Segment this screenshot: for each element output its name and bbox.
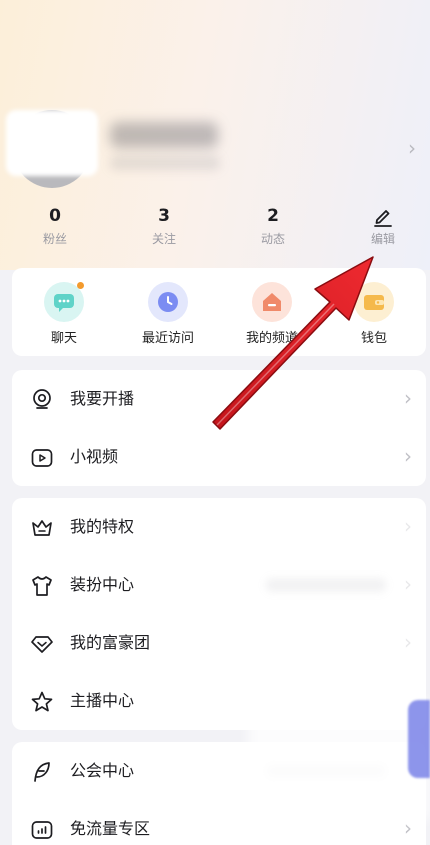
stat-posts-count: 2 (267, 206, 279, 226)
diamond-icon (30, 632, 54, 656)
quick-action-label: 聊天 (50, 331, 77, 346)
profile-chevron-right-icon[interactable]: › (408, 138, 426, 158)
menu-item-label: 我的特权 (70, 517, 135, 536)
menu-item-label: 小视频 (70, 447, 119, 466)
quick-action-label: 我的频道 (245, 331, 298, 346)
menu-item-short-video[interactable]: 小视频 › (12, 428, 426, 486)
edit-profile-button[interactable]: 编辑 (343, 205, 423, 249)
chevron-right-icon: › (404, 514, 412, 538)
wallet-icon (354, 282, 394, 322)
unread-dot (77, 282, 84, 289)
stat-following[interactable]: 3 关注 (124, 205, 204, 249)
username-blurred (110, 122, 218, 148)
quick-action-my-channel[interactable]: 我的频道 (226, 282, 318, 348)
quick-actions-card: 聊天 最近访问 我的频道 钱包 (12, 268, 426, 356)
quick-action-recent-visits[interactable]: 最近访问 (122, 282, 214, 348)
live-camera-icon (30, 388, 54, 412)
star-icon (30, 690, 54, 714)
chevron-right-icon: › (404, 630, 412, 654)
home-icon (252, 282, 292, 322)
menu-item-label: 我要开播 (70, 389, 135, 408)
quick-action-wallet[interactable]: 钱包 (328, 282, 420, 348)
quick-action-label: 最近访问 (141, 331, 194, 346)
crown-icon (30, 516, 54, 540)
chevron-right-icon: › (404, 816, 412, 840)
stat-fans[interactable]: 0 粉丝 (15, 205, 95, 249)
menu-item-label: 公会中心 (70, 761, 135, 780)
video-play-icon (30, 446, 54, 470)
menu-item-label: 装扮中心 (70, 575, 135, 594)
menu-item-dress-up-center[interactable]: 装扮中心 › (12, 556, 426, 614)
stat-posts[interactable]: 2 动态 (233, 205, 313, 249)
user-id-blurred (110, 156, 220, 170)
pencil-icon (343, 205, 423, 227)
stat-following-label: 关注 (151, 232, 176, 246)
profile-stats: 0 粉丝 3 关注 2 动态 编辑 (0, 205, 430, 255)
floating-overlay-blurred (248, 700, 430, 820)
menu-item-label: 免流量专区 (70, 819, 151, 838)
edit-label: 编辑 (370, 232, 395, 246)
feather-icon (30, 760, 54, 784)
quick-action-label: 钱包 (360, 331, 387, 346)
menu-item-privileges[interactable]: 我的特权 › (12, 498, 426, 556)
chevron-right-icon: › (404, 572, 412, 596)
quick-action-chat[interactable]: 聊天 (18, 282, 110, 348)
tshirt-icon (30, 574, 54, 598)
dress-up-value-blurred (266, 578, 386, 592)
menu-item-label: 我的富豪团 (70, 633, 151, 652)
chat-icon (44, 282, 84, 322)
stat-posts-label: 动态 (260, 232, 285, 246)
chevron-right-icon: › (404, 386, 412, 410)
avatar-privacy-blur (6, 110, 98, 176)
stat-following-count: 3 (158, 206, 170, 226)
chevron-right-icon: › (404, 444, 412, 468)
stat-fans-label: 粉丝 (42, 232, 67, 246)
menu-item-rich-group[interactable]: 我的富豪团 › (12, 614, 426, 672)
stat-fans-count: 0 (49, 206, 61, 226)
menu-section-live: 我要开播 › 小视频 › (12, 370, 426, 486)
clock-icon (148, 282, 188, 322)
data-traffic-icon (30, 818, 54, 842)
floating-side-widget[interactable] (408, 700, 430, 778)
menu-item-start-live[interactable]: 我要开播 › (12, 370, 426, 428)
menu-section-services: 我的特权 › 装扮中心 › 我的富豪团 › 主播中心 (12, 498, 426, 730)
menu-item-label: 主播中心 (70, 691, 135, 710)
